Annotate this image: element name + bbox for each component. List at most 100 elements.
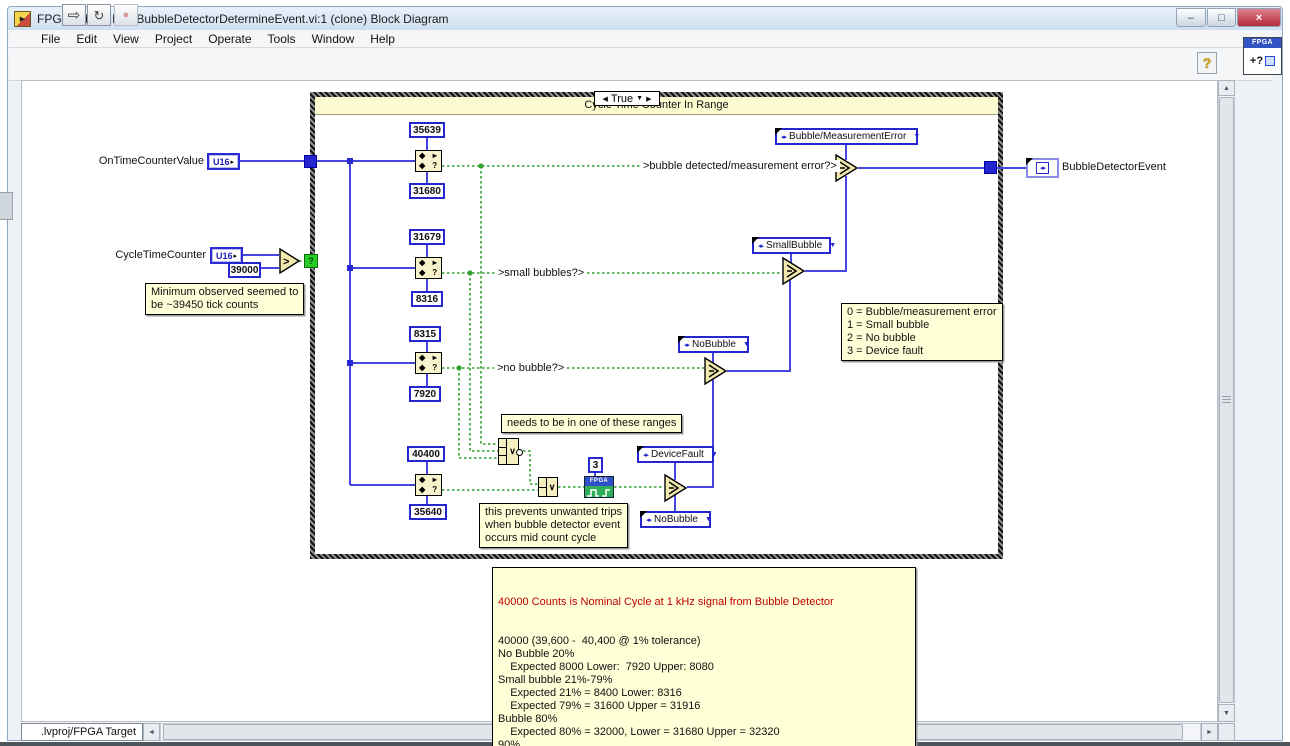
menu-edit[interactable]: Edit bbox=[68, 32, 105, 46]
wire-label-small-bubbles[interactable]: >small bubbles?> bbox=[495, 267, 587, 279]
vi-icon[interactable]: FPGA +? bbox=[1243, 37, 1282, 75]
arrow-icon: ▸ bbox=[433, 152, 437, 160]
context-help-button[interactable]: ? bbox=[1197, 52, 1217, 74]
constant-39000[interactable]: 39000 bbox=[228, 262, 261, 278]
or-node[interactable]: ∨ bbox=[538, 477, 558, 497]
or-inputs bbox=[499, 439, 507, 464]
in-range-node-small-bubble[interactable]: ◆▸ ◆? bbox=[415, 257, 442, 279]
vertical-scrollbar-thumb[interactable] bbox=[1219, 97, 1234, 703]
comment-ranges-note[interactable]: needs to be in one of these ranges bbox=[501, 414, 682, 433]
comment-prevents-note[interactable]: this prevents unwanted trips when bubble… bbox=[479, 503, 628, 548]
diamond-icon: ◆ bbox=[419, 476, 425, 484]
scroll-left-button[interactable]: ◄ bbox=[143, 723, 160, 741]
help-icon: ? bbox=[1203, 55, 1212, 71]
on-time-counter-terminal[interactable]: U16 ▸ bbox=[207, 153, 240, 170]
output-tunnel[interactable] bbox=[984, 161, 997, 174]
minimize-button[interactable]: – bbox=[1176, 8, 1206, 27]
run-continuous-button[interactable]: ↻ bbox=[87, 4, 111, 26]
close-button[interactable]: × bbox=[1237, 8, 1281, 27]
vi-icon-chip bbox=[1265, 56, 1275, 66]
wire-label-bubble[interactable]: >bubble detected/measurement error?> bbox=[640, 160, 840, 172]
terminal-arrow-icon: ▸ bbox=[231, 158, 235, 166]
enum-no-bubble-upper[interactable]: ◂▸ NoBubble ▼ bbox=[678, 336, 749, 353]
menu-window[interactable]: Window bbox=[304, 32, 363, 46]
left-arrow-icon: ◄ bbox=[148, 729, 155, 736]
greater-than-node[interactable]: > bbox=[279, 248, 301, 275]
comment-nominal-title: 40000 Counts is Nominal Cycle at 1 kHz s… bbox=[498, 596, 910, 609]
labview-icon: ▶ bbox=[14, 11, 31, 27]
case-prev-icon[interactable]: ◀ bbox=[603, 95, 608, 103]
in-range-node-device-fault[interactable]: ◆▸ ◆? bbox=[415, 474, 442, 496]
comment-event-codes[interactable]: 0 = Bubble/measurement error 1 = Small b… bbox=[841, 303, 1003, 361]
inverted-output-dot bbox=[516, 449, 523, 456]
enum-value: Bubble/MeasurementError bbox=[789, 131, 906, 142]
constant-40400[interactable]: 40400 bbox=[407, 446, 445, 462]
menu-help[interactable]: Help bbox=[362, 32, 403, 46]
scroll-down-button[interactable]: ▼ bbox=[1218, 704, 1235, 722]
fpga-boolean-node[interactable]: FPGA bbox=[584, 476, 614, 498]
enum-bubble-measurement-error[interactable]: ◂▸ Bubble/MeasurementError ▼ bbox=[775, 128, 918, 145]
fpga-node-header: FPGA bbox=[585, 477, 613, 486]
bubble-detector-event-terminal[interactable]: ◂▸ bbox=[1026, 158, 1059, 178]
select-node-no-bubble[interactable] bbox=[704, 357, 728, 386]
run-button[interactable]: ⇨ bbox=[62, 4, 86, 26]
terminal-arrow-icon: ▸ bbox=[234, 252, 238, 260]
scroll-up-button[interactable]: ▲ bbox=[1218, 80, 1235, 96]
enum-icon: ◂▸ bbox=[758, 242, 763, 250]
case-selector-value[interactable]: True bbox=[611, 93, 633, 105]
constant-8316[interactable]: 8316 bbox=[411, 291, 443, 307]
maximize-icon: □ bbox=[1218, 12, 1225, 24]
constant-8315[interactable]: 8315 bbox=[409, 326, 441, 342]
right-arrow-icon: ► bbox=[1206, 729, 1213, 736]
or-compound-node[interactable]: ∨ bbox=[498, 438, 519, 465]
case-selector[interactable]: ◀ True ▼ ▶ bbox=[594, 91, 660, 106]
screen: ▶ FPGA subVIs.lvlib:BubbleDetectorDeterm… bbox=[0, 0, 1290, 746]
enum-icon: ◂▸ bbox=[684, 341, 689, 349]
maximize-button[interactable]: □ bbox=[1207, 8, 1236, 27]
comment-nominal-cycle[interactable]: 40000 Counts is Nominal Cycle at 1 kHz s… bbox=[492, 567, 916, 746]
diamond-icon: ◆ bbox=[419, 152, 425, 160]
scroll-right-button[interactable]: ► bbox=[1201, 723, 1218, 741]
wire-label-no-bubble[interactable]: >no bubble?> bbox=[494, 362, 567, 374]
dropdown-icon: ▼ bbox=[825, 242, 836, 249]
down-arrow-icon: ▼ bbox=[1223, 710, 1230, 717]
enum-no-bubble-lower[interactable]: ◂▸ NoBubble ▼ bbox=[640, 511, 711, 528]
case-selector-tunnel[interactable]: ? bbox=[304, 254, 318, 268]
constant-31680[interactable]: 31680 bbox=[409, 183, 445, 199]
constant-3[interactable]: 3 bbox=[588, 457, 603, 473]
constant-35639[interactable]: 35639 bbox=[409, 122, 445, 138]
abort-button[interactable]: ● bbox=[114, 4, 138, 26]
arrow-icon: ▸ bbox=[433, 259, 437, 267]
menu-operate[interactable]: Operate bbox=[200, 32, 259, 46]
select-node-device-fault[interactable] bbox=[664, 474, 688, 503]
menu-view[interactable]: View bbox=[105, 32, 147, 46]
in-range-node-bubble[interactable]: ◆▸ ◆? bbox=[415, 150, 442, 172]
constant-7920[interactable]: 7920 bbox=[409, 386, 441, 402]
case-dropdown-icon[interactable]: ▼ bbox=[636, 95, 643, 102]
enum-small-bubble[interactable]: ◂▸ SmallBubble ▼ bbox=[752, 237, 831, 254]
up-arrow-icon: ▲ bbox=[1223, 85, 1230, 92]
case-next-icon[interactable]: ▶ bbox=[646, 95, 651, 103]
diamond-icon: ◆ bbox=[419, 354, 425, 362]
terminal-type: U16 bbox=[216, 251, 233, 261]
in-range-node-no-bubble[interactable]: ◆▸ ◆? bbox=[415, 352, 442, 374]
input-tunnel[interactable] bbox=[304, 155, 317, 168]
menu-file[interactable]: File bbox=[33, 32, 68, 46]
comment-min-observed[interactable]: Minimum observed seemed to be ~39450 tic… bbox=[145, 283, 304, 315]
run-icon: ⇨ bbox=[68, 8, 81, 23]
constant-31679[interactable]: 31679 bbox=[409, 229, 445, 245]
or-icon: ∨ bbox=[547, 478, 557, 496]
arrow-icon: ▸ bbox=[433, 476, 437, 484]
question-icon: ? bbox=[432, 162, 437, 170]
menu-project[interactable]: Project bbox=[147, 32, 200, 46]
enum-device-fault[interactable]: ◂▸ DeviceFault ▼ bbox=[637, 446, 714, 463]
diamond-icon: ◆ bbox=[419, 269, 425, 277]
constant-35640[interactable]: 35640 bbox=[409, 504, 447, 520]
menu-tools[interactable]: Tools bbox=[260, 32, 304, 46]
select-node-small-bubble[interactable] bbox=[782, 257, 806, 286]
diamond-icon: ◆ bbox=[419, 259, 425, 267]
context-tab[interactable]: .lvproj/FPGA Target bbox=[21, 723, 143, 741]
enum-value: NoBubble bbox=[654, 514, 698, 525]
abort-icon: ● bbox=[123, 10, 130, 21]
enum-value: DeviceFault bbox=[651, 449, 704, 460]
